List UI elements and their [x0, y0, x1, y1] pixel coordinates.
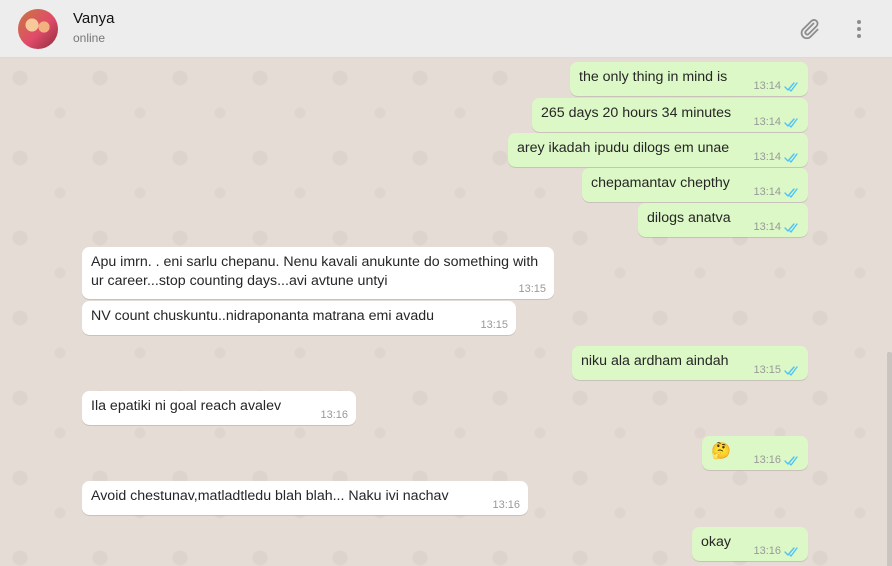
paperclip-icon[interactable]: [796, 16, 822, 42]
message-time: 13:14: [753, 116, 781, 128]
message-incoming[interactable]: Apu imrn. . eni sarlu chepanu. Nenu kava…: [82, 247, 554, 299]
contact-avatar[interactable]: [18, 9, 58, 49]
message-outgoing[interactable]: arey ikadah ipudu dilogs em unae 13:14: [508, 133, 808, 167]
message-meta: 13:14: [753, 116, 800, 128]
message-meta: 13:16: [492, 499, 520, 511]
message-meta: 13:14: [753, 151, 800, 163]
message-outgoing[interactable]: chepamantav chepthy 13:14: [582, 168, 808, 202]
message-meta: 13:14: [753, 80, 800, 92]
message-time: 13:14: [753, 221, 781, 233]
double-check-icon: [784, 365, 798, 376]
message-incoming[interactable]: Ila epatiki ni goal reach avalev 13:16: [82, 391, 356, 425]
message-time: 13:16: [320, 409, 348, 421]
message-meta: 13:16: [753, 545, 800, 557]
message-meta: 13:14: [753, 221, 800, 233]
message-meta: 13:15: [518, 283, 546, 295]
message-meta: 13:16: [753, 454, 800, 466]
message-meta: 13:16: [320, 409, 348, 421]
message-time: 13:15: [518, 283, 546, 295]
double-check-icon: [784, 222, 798, 233]
scrollbar[interactable]: [887, 352, 892, 566]
double-check-icon: [784, 187, 798, 198]
contact-status: online: [73, 31, 106, 45]
message-time: 13:16: [492, 499, 520, 511]
message-meta: 13:14: [753, 186, 800, 198]
message-outgoing[interactable]: dilogs anatva 13:14: [638, 203, 808, 237]
message-text: Apu imrn. . eni sarlu chepanu. Nenu kava…: [91, 254, 539, 289]
message-meta: 13:15: [480, 319, 508, 331]
message-outgoing[interactable]: 🤔 13:16: [702, 436, 808, 470]
double-check-icon: [784, 117, 798, 128]
message-time: 13:15: [753, 364, 781, 376]
message-outgoing[interactable]: 265 days 20 hours 34 minutes 13:14: [532, 98, 808, 132]
message-meta: 13:15: [753, 364, 800, 376]
message-incoming[interactable]: NV count chuskuntu..nidraponanta matrana…: [82, 301, 516, 335]
message-time: 13:14: [753, 80, 781, 92]
more-vertical-icon[interactable]: [846, 16, 872, 42]
contact-name[interactable]: Vanya: [73, 10, 114, 27]
message-text: Avoid chestunav,matladtledu blah blah...…: [91, 488, 449, 504]
message-time: 13:16: [753, 545, 781, 557]
message-text: Ila epatiki ni goal reach avalev: [91, 398, 282, 414]
double-check-icon: [784, 152, 798, 163]
message-time: 13:14: [753, 151, 781, 163]
double-check-icon: [784, 455, 798, 466]
message-time: 13:15: [480, 319, 508, 331]
double-check-icon: [784, 546, 798, 557]
message-time: 13:14: [753, 186, 781, 198]
message-list[interactable]: the only thing in mind is 13:14 265 days…: [0, 58, 892, 566]
chat-header: Vanya online: [0, 0, 892, 58]
message-incoming[interactable]: Avoid chestunav,matladtledu blah blah...…: [82, 481, 528, 515]
double-check-icon: [784, 81, 798, 92]
message-outgoing[interactable]: okay 13:16: [692, 527, 808, 561]
message-text: NV count chuskuntu..nidraponanta matrana…: [91, 308, 435, 324]
message-outgoing[interactable]: the only thing in mind is 13:14: [570, 62, 808, 96]
message-outgoing[interactable]: niku ala ardham aindah 13:15: [572, 346, 808, 380]
message-time: 13:16: [753, 454, 781, 466]
